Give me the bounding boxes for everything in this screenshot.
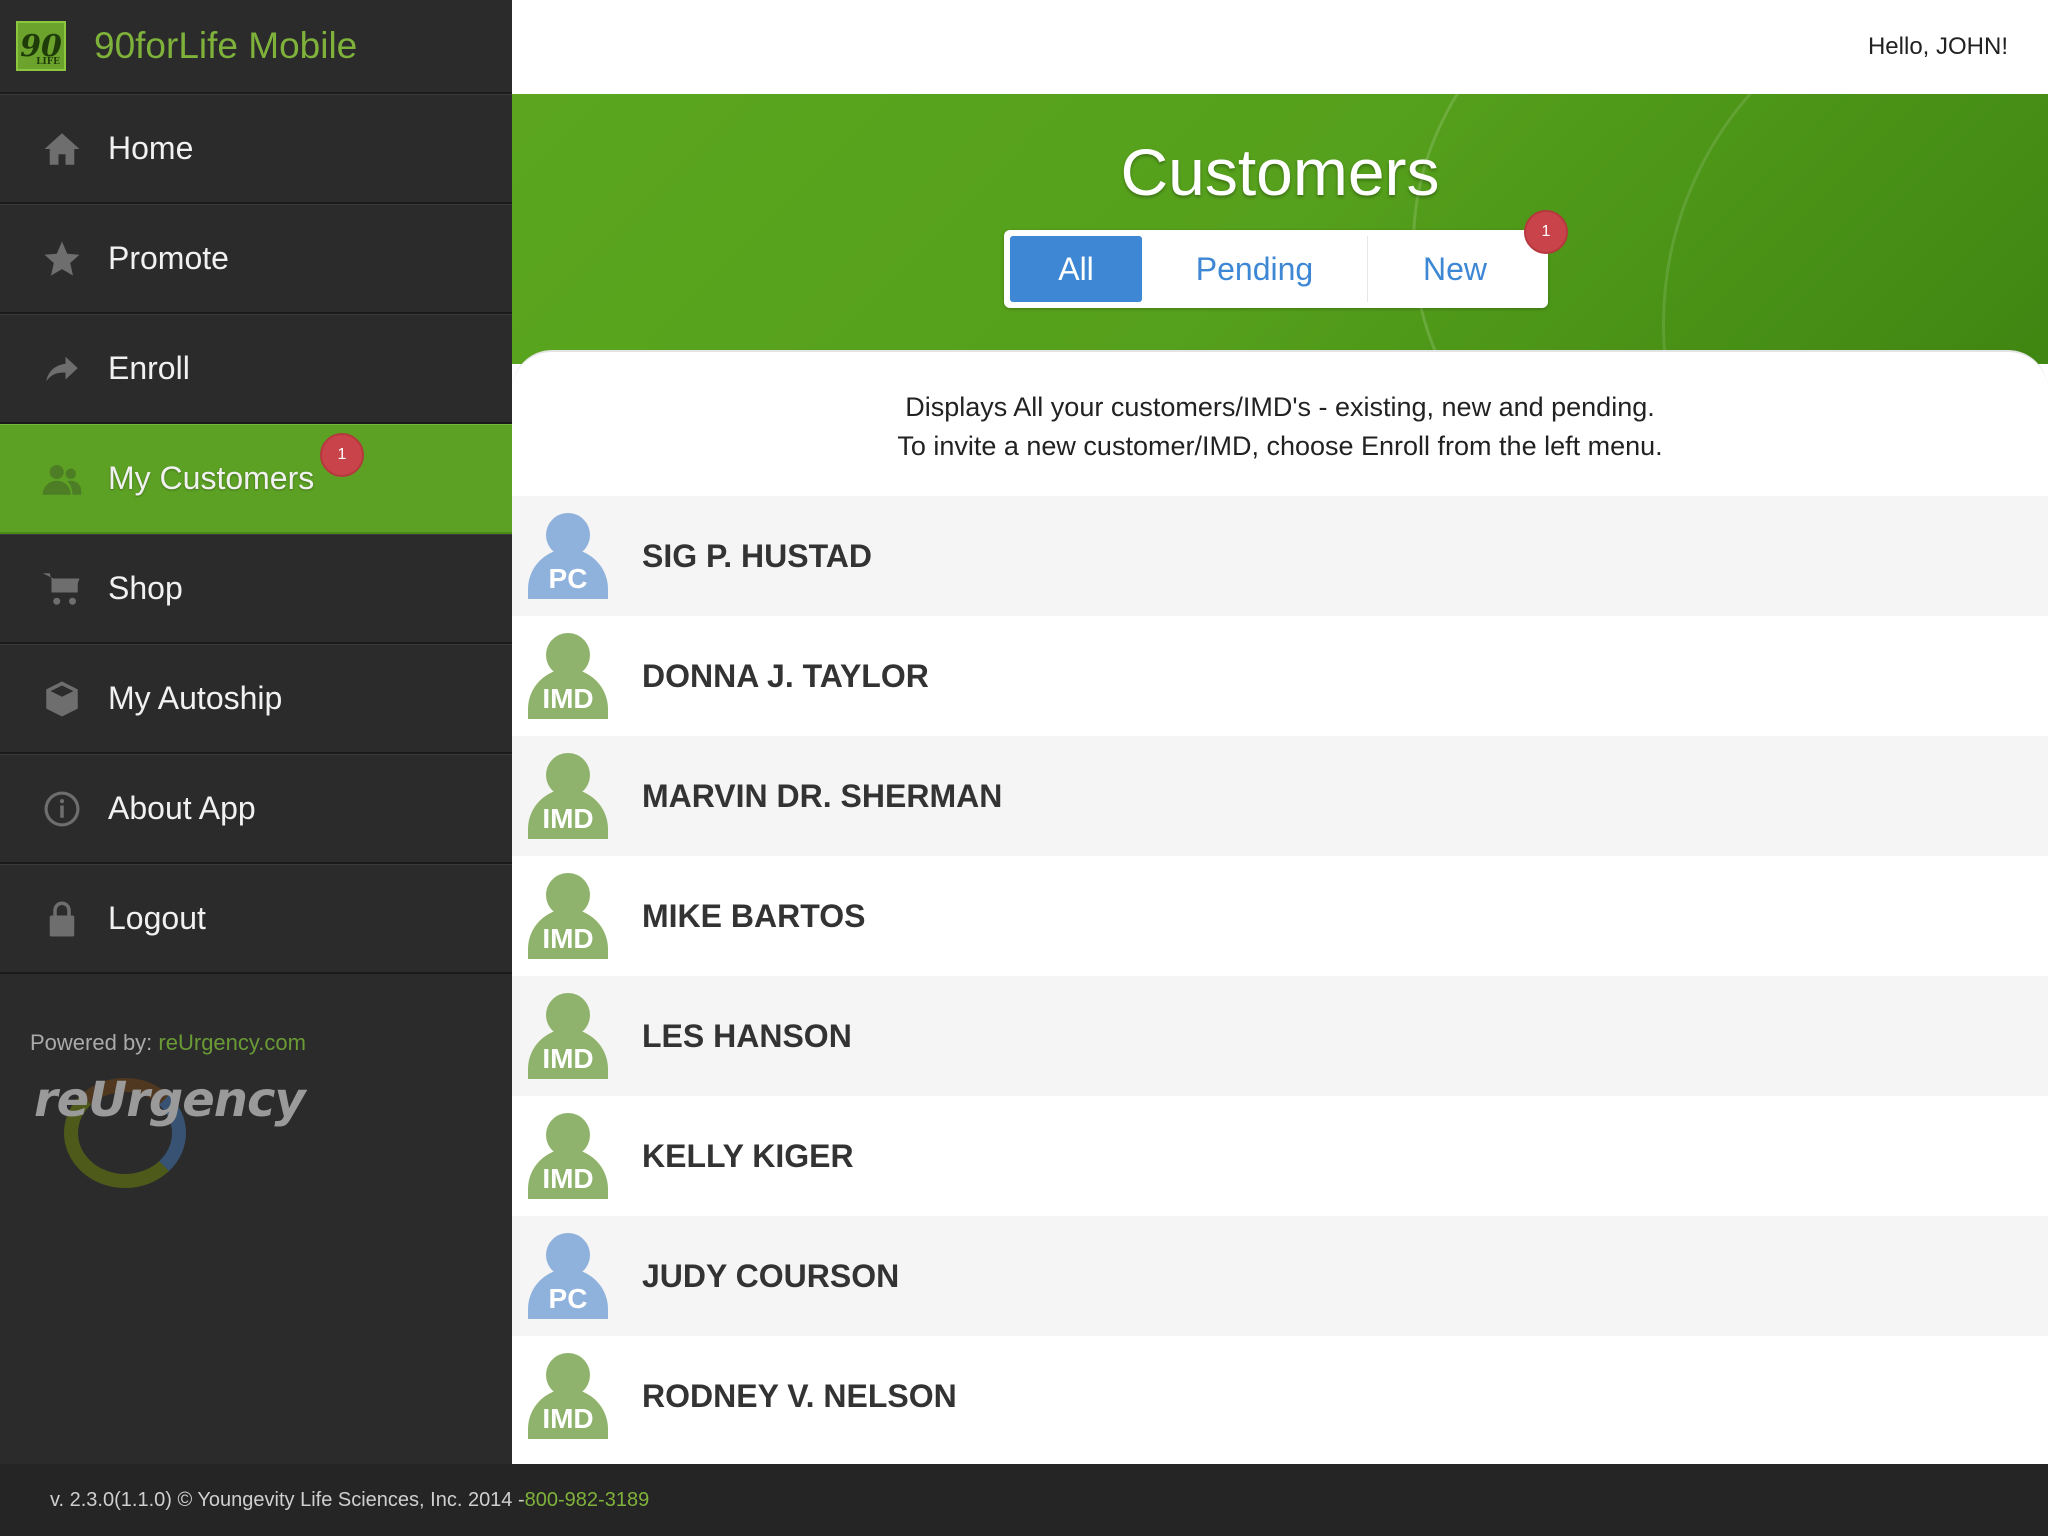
footer-text: v. 2.3.0(1.1.0) © Youngevity Life Scienc… xyxy=(50,1488,525,1511)
brand-header: 90 LIFE 90forLife Mobile xyxy=(0,0,512,94)
notification-badge: 1 xyxy=(320,433,364,477)
customer-type-avatar-icon: IMD xyxy=(528,993,608,1079)
app-logo: 90 LIFE xyxy=(16,21,66,71)
box-icon xyxy=(38,675,86,723)
main-content: Hello, JOHN! Customers All Pending New 1… xyxy=(512,0,2048,1464)
sidebar-item-promote[interactable]: Promote xyxy=(0,204,512,314)
customer-row[interactable]: IMD RODNEY V. NELSON xyxy=(512,1336,2048,1456)
sidebar-item-label: Enroll xyxy=(108,350,190,386)
customer-row[interactable]: PC SIG P. HUSTAD xyxy=(512,496,2048,616)
customer-name: KELLY KIGER xyxy=(642,1137,854,1174)
share-arrow-icon xyxy=(38,345,86,393)
customer-type-avatar-icon: IMD xyxy=(528,633,608,719)
reurgency-logo-text: reUrgency xyxy=(34,1072,306,1128)
reurgency-logo: reUrgency xyxy=(34,1068,306,1188)
lock-icon xyxy=(38,895,86,943)
powered-by-link[interactable]: reUrgency.com xyxy=(158,1030,306,1055)
customer-type-label: PC xyxy=(528,549,608,599)
customer-name: RODNEY V. NELSON xyxy=(642,1377,957,1414)
sidebar-item-label: My Customers xyxy=(108,460,315,496)
footer: v. 2.3.0(1.1.0) © Youngevity Life Scienc… xyxy=(0,1464,2048,1536)
customer-type-label: IMD xyxy=(528,1029,608,1079)
top-bar: Hello, JOHN! xyxy=(512,0,2048,94)
sidebar-item-label: Shop xyxy=(108,570,183,606)
sidebar-item-logout[interactable]: Logout xyxy=(0,864,512,974)
tab-new[interactable]: New xyxy=(1368,236,1542,302)
sidebar-item-enroll[interactable]: Enroll xyxy=(0,314,512,424)
page-description: Displays All your customers/IMD's - exis… xyxy=(512,388,2048,466)
tab-pending[interactable]: Pending xyxy=(1142,236,1368,302)
customer-row[interactable]: IMD MARVIN DR. SHERMAN xyxy=(512,736,2048,856)
customer-type-label: IMD xyxy=(528,909,608,959)
customer-type-label: PC xyxy=(528,1269,608,1319)
sidebar-item-label: Logout xyxy=(108,900,206,936)
tab-new-badge: 1 xyxy=(1524,210,1568,254)
customer-row[interactable]: PC JUDY COURSON xyxy=(512,1216,2048,1336)
customer-name: SIG P. HUSTAD xyxy=(642,537,872,574)
powered-by-label: Powered by: xyxy=(30,1030,153,1055)
customer-type-avatar-icon: IMD xyxy=(528,1353,608,1439)
customer-name: MIKE BARTOS xyxy=(642,897,866,934)
logo-subtext: LIFE xyxy=(36,57,60,67)
customer-row[interactable]: IMD DONNA J. TAYLOR xyxy=(512,616,2048,736)
customer-type-avatar-icon: IMD xyxy=(528,753,608,839)
customer-type-avatar-icon: PC xyxy=(528,513,608,599)
tab-all[interactable]: All xyxy=(1010,236,1142,302)
filter-tabs: All Pending New xyxy=(1004,230,1548,308)
footer-phone-link[interactable]: 800-982-3189 xyxy=(525,1489,650,1512)
sidebar-item-label: My Autoship xyxy=(108,680,283,716)
people-icon xyxy=(38,455,86,503)
customer-type-avatar-icon: IMD xyxy=(528,1113,608,1199)
customer-type-label: IMD xyxy=(528,1389,608,1439)
sidebar-item-shop[interactable]: Shop xyxy=(0,534,512,644)
page-title: Customers xyxy=(1120,135,1440,209)
description-line: Displays All your customers/IMD's - exis… xyxy=(905,392,1655,422)
home-icon xyxy=(38,125,86,173)
customer-list: PC SIG P. HUSTAD IMD DONNA J. TAYLOR IMD… xyxy=(512,496,2048,1456)
sidebar-item-my-customers[interactable]: My Customers 1 xyxy=(0,424,512,534)
page-header: Customers All Pending New 1 xyxy=(512,94,2048,364)
sidebar-item-home[interactable]: Home xyxy=(0,94,512,204)
sidebar-item-label: Home xyxy=(108,130,194,166)
customer-type-label: IMD xyxy=(528,669,608,719)
customer-row[interactable]: IMD KELLY KIGER xyxy=(512,1096,2048,1216)
customer-type-avatar-icon: PC xyxy=(528,1233,608,1319)
customer-type-label: IMD xyxy=(528,789,608,839)
greeting: Hello, JOHN! xyxy=(1867,33,2008,60)
customer-type-label: IMD xyxy=(528,1149,608,1199)
customer-row[interactable]: IMD MIKE BARTOS xyxy=(512,856,2048,976)
customer-row[interactable]: IMD LES HANSON xyxy=(512,976,2048,1096)
customer-type-avatar-icon: IMD xyxy=(528,873,608,959)
star-icon xyxy=(38,235,86,283)
sidebar-item-my-autoship[interactable]: My Autoship xyxy=(0,644,512,754)
sidebar-item-label: Promote xyxy=(108,240,229,276)
customer-name: DONNA J. TAYLOR xyxy=(642,657,929,694)
sidebar-item-label: About App xyxy=(108,790,256,826)
app-title: 90forLife Mobile xyxy=(94,25,358,66)
sidebar-item-about-app[interactable]: About App xyxy=(0,754,512,864)
customer-name: JUDY COURSON xyxy=(642,1257,900,1294)
customer-name: LES HANSON xyxy=(642,1017,852,1054)
powered-by: Powered by: reUrgency.com xyxy=(30,1030,306,1056)
customer-name: MARVIN DR. SHERMAN xyxy=(642,777,1003,814)
cart-icon xyxy=(38,565,86,613)
info-icon xyxy=(38,785,86,833)
description-line: To invite a new customer/IMD, choose Enr… xyxy=(897,431,1663,461)
sidebar: 90 LIFE 90forLife Mobile Home Promote En… xyxy=(0,0,512,1464)
